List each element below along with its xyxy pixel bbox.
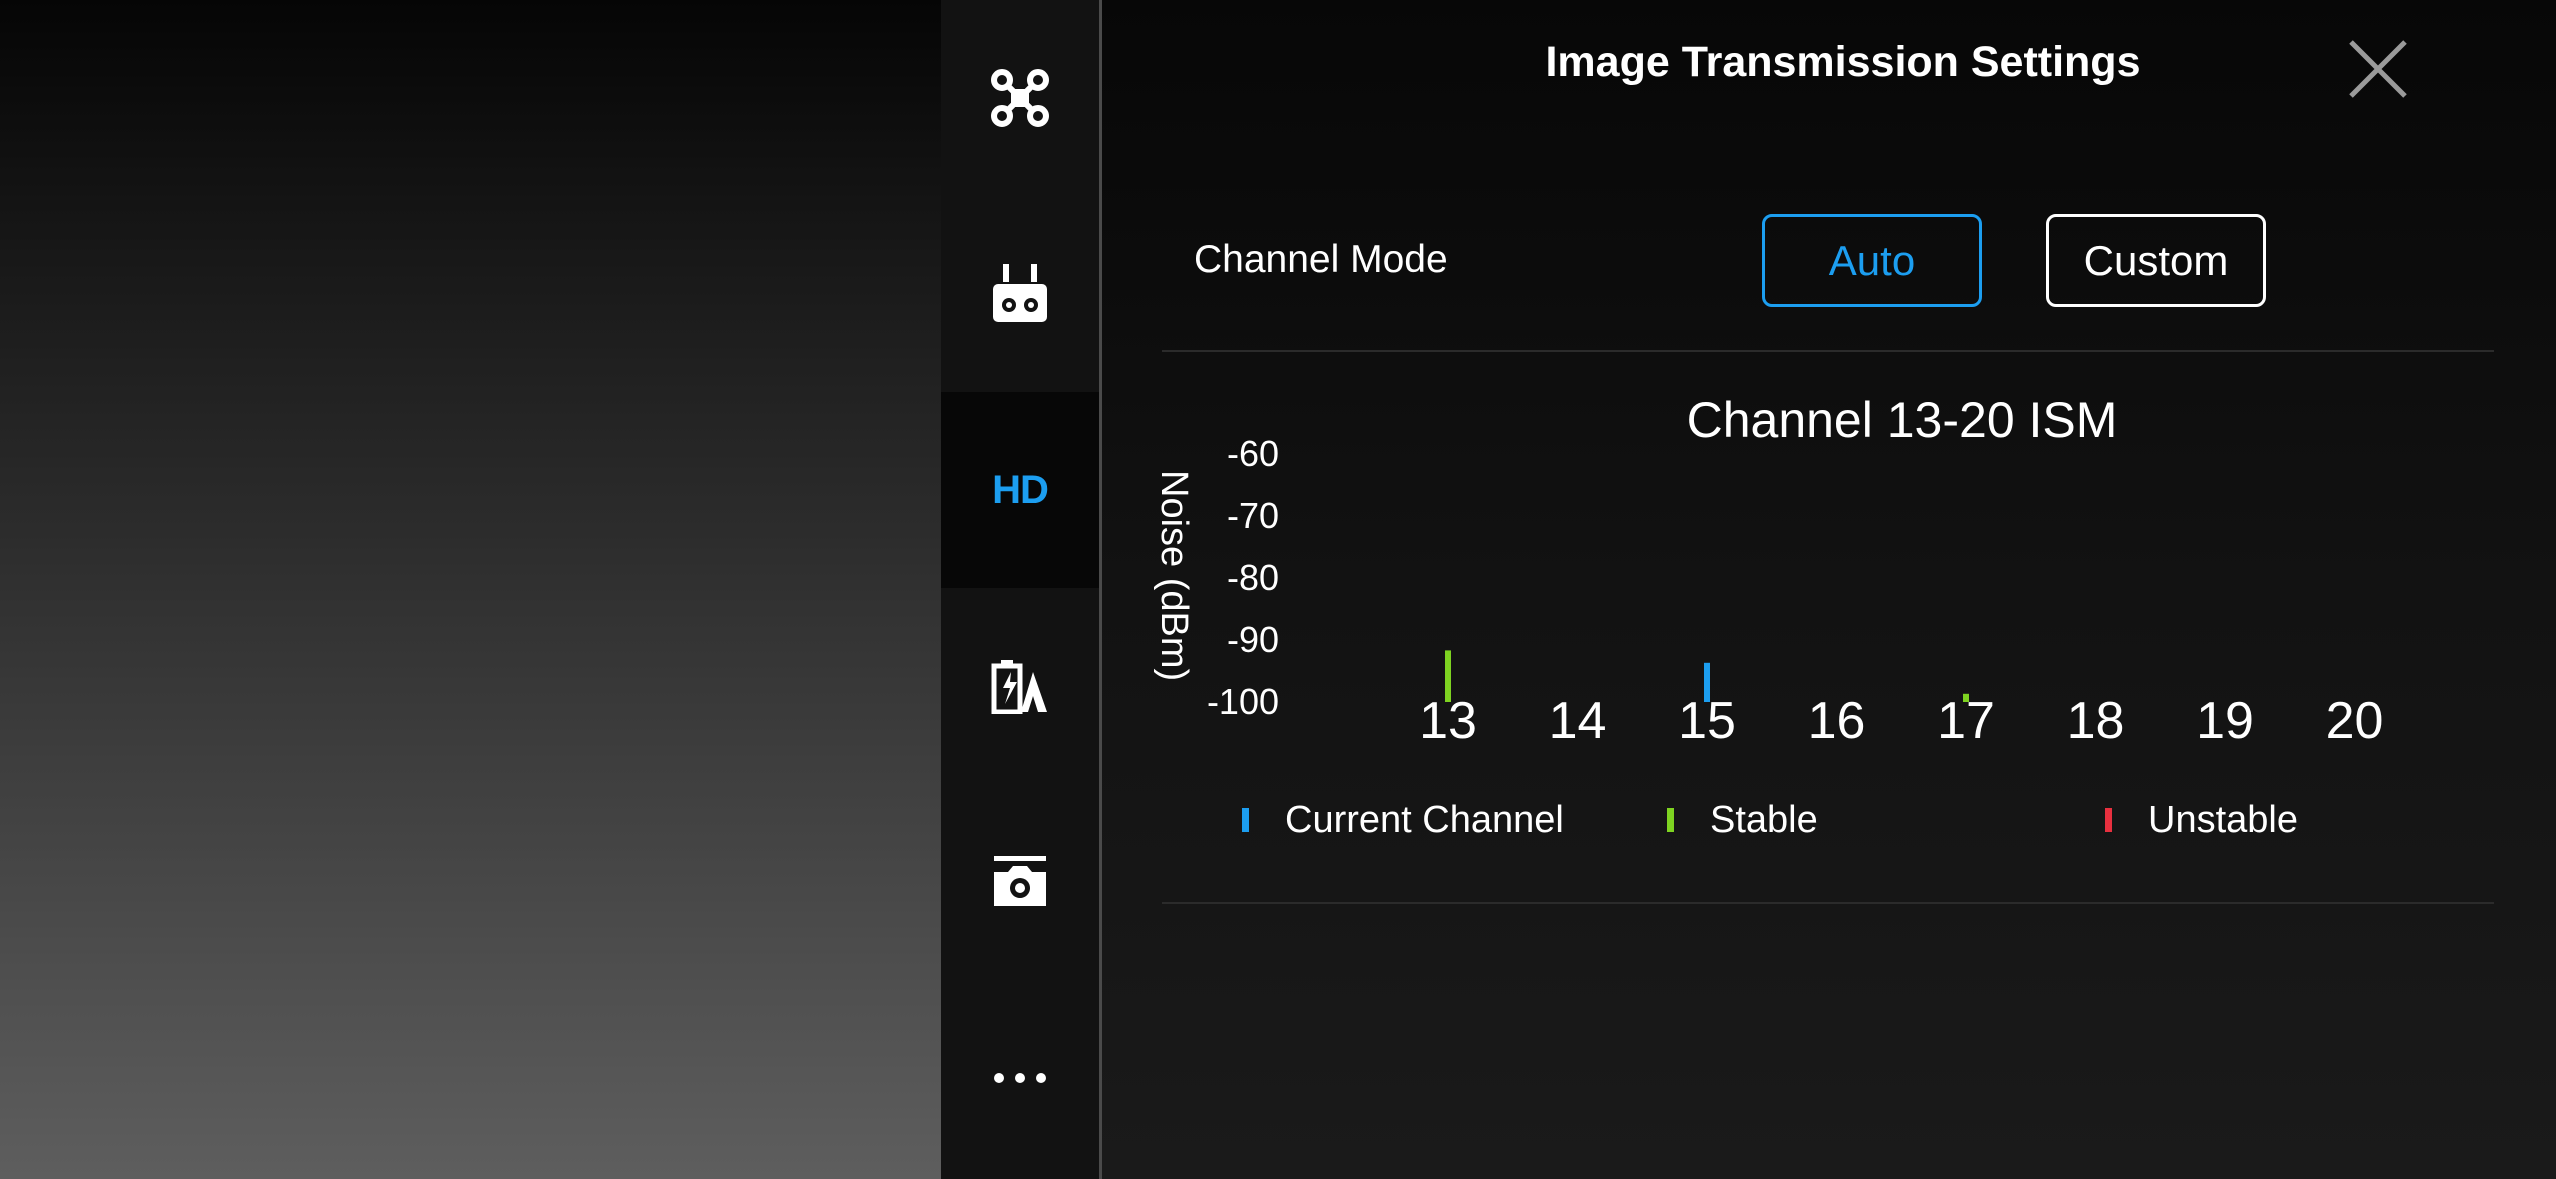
y-tick-label: -80 xyxy=(1227,557,1279,598)
hd-icon: HD xyxy=(992,467,1049,512)
y-tick-label: -60 xyxy=(1227,433,1279,474)
legend-item-unstable: Unstable xyxy=(2105,790,2298,850)
legend-label: Stable xyxy=(1710,798,1818,841)
page-title: Image Transmission Settings xyxy=(1545,38,2141,86)
drone-icon xyxy=(991,69,1049,127)
sidebar-item-hd[interactable]: HD xyxy=(941,392,1099,588)
legend-item-current: Current Channel xyxy=(1242,790,1564,850)
legend-label: Unstable xyxy=(2148,798,2298,841)
noise-bar-channel-15 xyxy=(1704,662,1710,702)
x-tick-label: 16 xyxy=(1808,692,1866,750)
remote-controller-icon xyxy=(993,264,1047,322)
x-tick-label: 19 xyxy=(2196,692,2254,750)
divider-line xyxy=(1162,902,2494,904)
battery-aircraft-icon xyxy=(991,660,1047,714)
y-tick-label: -70 xyxy=(1227,495,1279,536)
sidebar-item-camera[interactable] xyxy=(941,784,1099,980)
noise-chart: Channel 13-20 ISM Noise (dBm) -60 -70 -80 -… xyxy=(1153,392,2384,750)
noise-bar-channel-13 xyxy=(1445,650,1451,702)
x-tick-label: 14 xyxy=(1549,692,1607,750)
x-tick-label: 20 xyxy=(2326,692,2384,750)
close-button[interactable] xyxy=(2345,36,2411,102)
camera-icon xyxy=(994,856,1046,906)
x-tick-label: 18 xyxy=(2067,692,2125,750)
channel-mode-auto-button[interactable]: Auto xyxy=(1762,214,1982,307)
legend-swatch xyxy=(2105,808,2112,832)
legend-swatch xyxy=(1667,808,1674,832)
chart-title: Channel 13-20 ISM xyxy=(1687,392,2118,448)
sidebar-item-battery[interactable] xyxy=(941,588,1099,784)
chart-y-axis-label: Noise (dBm) xyxy=(1153,470,1195,681)
video-feed-background xyxy=(0,0,941,1179)
sidebar-item-more[interactable] xyxy=(941,980,1099,1176)
legend-item-stable: Stable xyxy=(1667,790,1818,850)
settings-sidebar: HD xyxy=(941,0,1099,1179)
legend-label: Current Channel xyxy=(1285,798,1564,841)
sidebar-item-remote-controller[interactable] xyxy=(941,196,1099,392)
channel-mode-label: Channel Mode xyxy=(1194,238,1448,281)
chart-legend: Current Channel Stable Unstable xyxy=(1102,790,2556,850)
channel-mode-custom-button[interactable]: Custom xyxy=(2046,214,2266,307)
divider-line xyxy=(1162,350,2494,352)
legend-swatch xyxy=(1242,808,1249,832)
sidebar-item-aircraft[interactable] xyxy=(941,0,1099,196)
close-icon xyxy=(2349,40,2407,98)
more-icon xyxy=(994,1073,1046,1083)
noise-bar-channel-17 xyxy=(1963,693,1969,702)
image-transmission-panel: Image Transmission Settings Channel Mode… xyxy=(1102,0,2556,1179)
y-tick-label: -100 xyxy=(1207,681,1279,722)
y-tick-label: -90 xyxy=(1227,619,1279,660)
